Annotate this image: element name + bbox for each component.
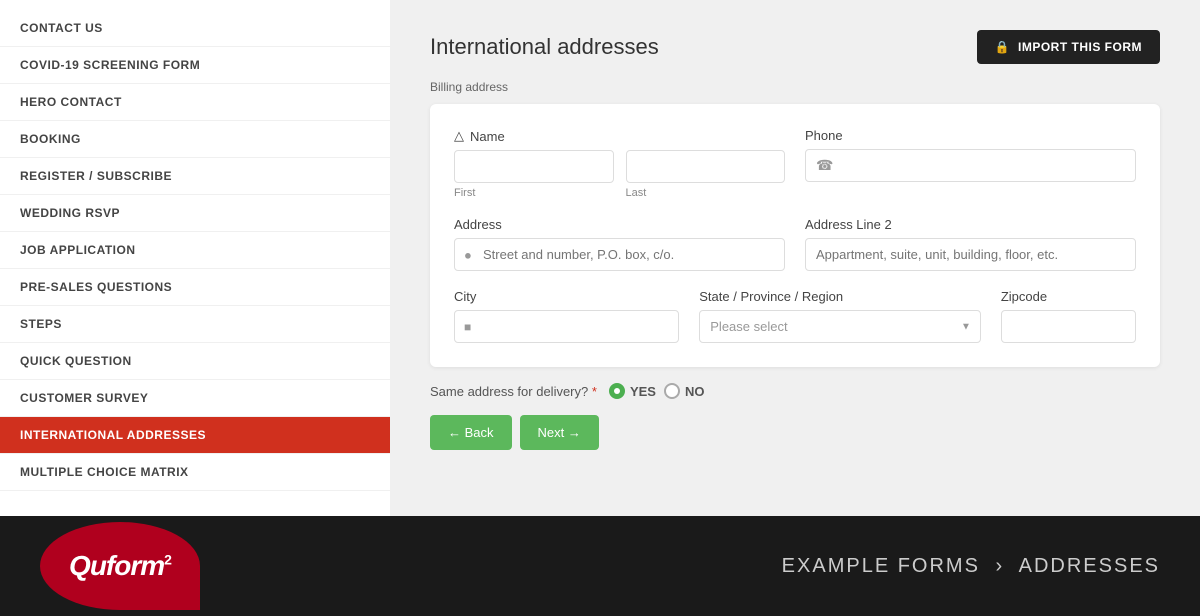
sidebar-item-contact-us[interactable]: CONTACT US xyxy=(0,10,390,47)
city-label: City xyxy=(454,289,679,304)
name-inputs: First Last xyxy=(454,150,785,199)
sidebar-item-multiple-choice-matrix[interactable]: MULTIPLE CHOICE MATRIX xyxy=(0,454,390,491)
sidebar-item-quick-question[interactable]: QUICK QUESTION xyxy=(0,343,390,380)
phone-field-group: Phone ☎ xyxy=(805,128,1136,199)
state-select[interactable]: Please select xyxy=(699,310,981,343)
sidebar-item-hero-contact[interactable]: HERO CONTACT xyxy=(0,84,390,121)
toggle-no-label: NO xyxy=(685,384,705,399)
toggle-yes-option[interactable]: YES xyxy=(609,383,656,399)
required-indicator: * xyxy=(592,384,597,399)
sidebar-item-international-addresses[interactable]: INTERNATIONAL ADDRESSES xyxy=(0,417,390,454)
sidebar-item-customer-survey[interactable]: CUSTOMER SURVEY xyxy=(0,380,390,417)
section-label: Billing address xyxy=(430,80,1160,94)
breadcrumb-arrow: › xyxy=(996,555,1005,577)
phone-icon: ☎ xyxy=(816,157,833,174)
first-label: First xyxy=(454,187,614,199)
last-name-field: Last xyxy=(626,150,786,199)
address-label: Address xyxy=(454,217,785,232)
address2-field: Address Line 2 xyxy=(805,217,1136,271)
name-field-group: △ Name First Last xyxy=(454,128,785,199)
toggle-no-circle xyxy=(664,383,680,399)
pin-icon: ● xyxy=(464,247,472,262)
phone-label: Phone xyxy=(805,128,1136,143)
first-name-field: First xyxy=(454,150,614,199)
zip-label: Zipcode xyxy=(1001,289,1136,304)
buttons-row: ← Back Next → xyxy=(430,415,1160,450)
sidebar-item-pre-sales-questions[interactable]: PRE-SALES QUESTIONS xyxy=(0,269,390,306)
delivery-row: Same address for delivery? * YES NO xyxy=(430,383,1160,399)
content-area: International addresses 🔒 IMPORT THIS FO… xyxy=(390,0,1200,516)
footer-logo-area: Quform2 xyxy=(40,522,430,610)
sidebar-item-covid-screening[interactable]: COVID-19 SCREENING FORM xyxy=(0,47,390,84)
sidebar: CONTACT USCOVID-19 SCREENING FORMHERO CO… xyxy=(0,0,390,516)
breadcrumb: EXAMPLE FORMS › ADDRESSES xyxy=(782,555,1160,578)
first-name-input[interactable] xyxy=(454,150,614,183)
city-field: City ■ xyxy=(454,289,679,343)
footer: Quform2 EXAMPLE FORMS › ADDRESSES xyxy=(0,516,1200,616)
sidebar-item-steps[interactable]: STEPS xyxy=(0,306,390,343)
lock-icon: 🔒 xyxy=(995,40,1010,54)
name-phone-row: △ Name First Last xyxy=(454,128,1136,199)
address-input[interactable] xyxy=(454,238,785,271)
state-label: State / Province / Region xyxy=(699,289,981,304)
last-label: Last xyxy=(626,187,786,199)
toggle-yes-circle xyxy=(609,383,625,399)
import-button[interactable]: 🔒 IMPORT THIS FORM xyxy=(977,30,1160,64)
delivery-label: Same address for delivery? * xyxy=(430,384,597,399)
page-title: International addresses xyxy=(430,34,659,60)
city-input[interactable] xyxy=(454,310,679,343)
form-card: △ Name First Last xyxy=(430,104,1160,367)
sidebar-item-booking[interactable]: BOOKING xyxy=(0,121,390,158)
zip-field: Zipcode xyxy=(1001,289,1136,343)
sidebar-item-register-subscribe[interactable]: REGISTER / SUBSCRIBE xyxy=(0,158,390,195)
name-label: △ Name xyxy=(454,128,785,144)
sidebar-item-job-application[interactable]: JOB APPLICATION xyxy=(0,232,390,269)
toggle-yes-label: YES xyxy=(630,384,656,399)
person-icon: △ xyxy=(454,128,464,144)
sidebar-item-wedding-rsvp[interactable]: WEDDING RSVP xyxy=(0,195,390,232)
next-button[interactable]: Next → xyxy=(520,415,599,450)
last-name-input[interactable] xyxy=(626,150,786,183)
state-select-wrap: Please select ▼ xyxy=(699,310,981,343)
zip-input[interactable] xyxy=(1001,310,1136,343)
logo-text: Quform2 xyxy=(69,550,171,582)
address-row: Address ● Address Line 2 xyxy=(454,217,1136,271)
back-button[interactable]: ← Back xyxy=(430,415,512,450)
content-header: International addresses 🔒 IMPORT THIS FO… xyxy=(430,30,1160,64)
toggle-group: YES NO xyxy=(609,383,705,399)
city-state-row: City ■ State / Province / Region Please … xyxy=(454,289,1136,343)
phone-input[interactable] xyxy=(833,150,1125,181)
address2-input[interactable] xyxy=(805,238,1136,271)
address-input-wrap: ● xyxy=(454,238,785,271)
state-field: State / Province / Region Please select … xyxy=(699,289,981,343)
address-field: Address ● xyxy=(454,217,785,271)
address2-label: Address Line 2 xyxy=(805,217,1136,232)
building-icon: ■ xyxy=(464,320,471,334)
logo-bubble: Quform2 xyxy=(40,522,200,610)
city-input-wrap: ■ xyxy=(454,310,679,343)
footer-right: EXAMPLE FORMS › ADDRESSES xyxy=(430,555,1160,578)
toggle-no-option[interactable]: NO xyxy=(664,383,705,399)
